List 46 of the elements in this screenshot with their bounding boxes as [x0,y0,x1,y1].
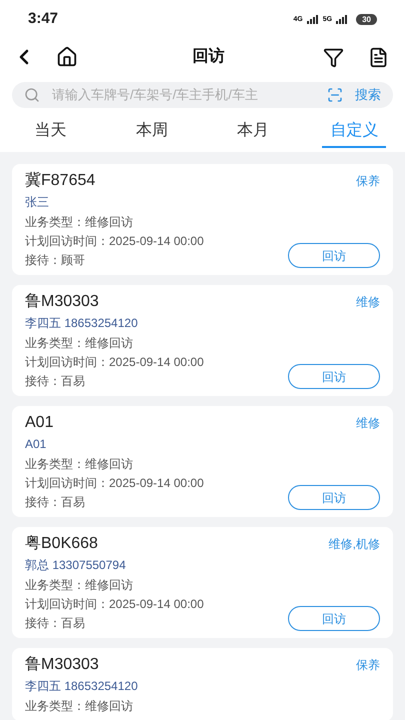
record-detail: 计划回访时间：2025-09-14 00:00 [25,354,204,371]
home-icon[interactable] [56,46,78,68]
record-card[interactable]: 粤B0K668 维修,机修 郭总 13307550794 业务类型：维修回访 计划回访时间：2025-09-14 00:00 接待：百易 回访 [12,527,393,638]
plate-number: 鲁M30303 [25,655,99,675]
record-detail: 计划回访时间：2025-09-14 00:00 [25,475,204,492]
tab[interactable]: 本月 [229,116,278,148]
record-detail: 计划回访时间：2025-09-14 00:00 [25,233,204,250]
record-card[interactable]: 鲁M30303 保养 李四五 18653254120 业务类型：维修回访 [12,648,393,720]
page-title: 回访 [192,46,226,67]
owner-info: 李四五 18653254120 [25,678,138,695]
owner-info: A01 [25,436,46,453]
plate-number: 冀F87654 [25,170,96,191]
plate-number: 粤B0K668 [25,534,98,554]
record-detail: 业务类型：维修回访 [25,214,134,231]
record-detail: 接待：顾哥 [25,252,86,269]
service-tag: 维修,机修 [328,535,380,553]
battery-indicator: 30 [356,14,377,24]
record-detail: 业务类型：维修回访 [25,577,134,594]
filter-icon[interactable] [323,46,344,68]
record-detail: 接待：百易 [25,373,86,390]
service-tag: 保养 [356,656,380,674]
record-card[interactable]: 冀F87654 保养 张三 业务类型：维修回访 计划回访时间：2025-09-14 00:00 接待：顾哥 回访 [12,164,393,275]
owner-info: 张三 [25,194,49,211]
signal-icon [336,14,348,24]
tab[interactable]: 当天 [26,116,75,148]
owner-info: 郭总 13307550794 [25,557,126,574]
record-card[interactable]: A01 维修 A01 业务类型：维修回访 计划回访时间：2025-09-14 00:00 接待：百易 回访 [12,406,393,517]
owner-info: 李四五 18653254120 [25,315,138,332]
search-icon [24,87,40,103]
status-time: 3:47 [28,8,58,29]
scan-icon[interactable] [327,87,343,103]
signal-icon [306,14,319,24]
record-detail: 接待：百易 [25,494,86,511]
service-tag: 保养 [356,172,380,190]
record-detail: 接待：百易 [25,615,86,632]
record-detail: 业务类型：维修回访 [25,698,133,715]
record-detail: 计划回访时间：2025-09-14 00:00 [25,596,204,613]
plate-number: 鲁M30303 [25,292,99,312]
record-detail: 业务类型：维修回访 [25,456,134,473]
document-icon[interactable] [368,46,389,68]
record-card[interactable]: 鲁M30303 维修 李四五 18653254120 业务类型：维修回访 计划回访时间：2025-09-14 00:00 接待：百易 回访 [12,285,393,396]
service-tag: 维修 [356,293,380,311]
record-detail: 业务类型：维修回访 [25,335,134,352]
service-tag: 维修 [356,414,380,432]
tab[interactable]: 本周 [128,116,176,148]
plate-number: A01 [25,413,54,433]
